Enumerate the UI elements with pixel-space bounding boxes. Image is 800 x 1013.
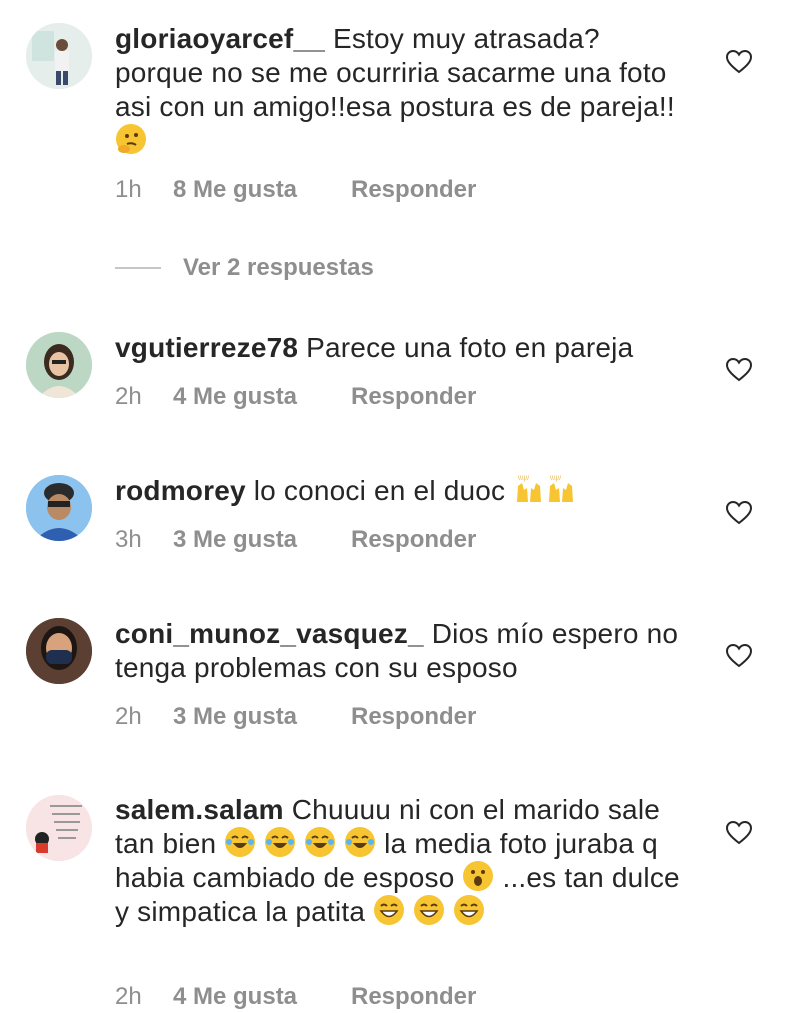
username[interactable]: coni_munoz_vasquez_ [115, 618, 424, 649]
raising-hands-icon: \\\|// [514, 474, 544, 504]
raising-hands-icon: \\\|// [546, 474, 576, 504]
comment-meta: 2h 3 Me gusta Responder [115, 703, 476, 731]
reply-button[interactable]: Responder [351, 176, 476, 204]
username[interactable]: gloriaoyarcef__ [115, 23, 325, 54]
avatar-photo-icon [26, 23, 92, 89]
avatar[interactable] [26, 23, 92, 89]
comment-meta: 2h 4 Me gusta Responder [115, 983, 476, 1011]
timestamp: 2h [115, 703, 142, 730]
svg-text:\\\|//: \\\|// [550, 476, 561, 482]
username[interactable]: rodmorey [115, 475, 246, 506]
timestamp: 1h [115, 176, 142, 203]
comment-text: salem.salam Chuuuu ni con el marido sale… [115, 793, 695, 929]
timestamp: 3h [115, 526, 142, 553]
avatar-photo-icon [26, 618, 92, 684]
grinning-face-icon [414, 895, 445, 925]
likes-count[interactable]: 4 Me gusta [173, 983, 351, 1011]
like-heart-icon[interactable] [726, 501, 752, 525]
likes-count[interactable]: 8 Me gusta [173, 176, 351, 204]
timestamp: 2h [115, 383, 142, 410]
avatar[interactable] [26, 332, 92, 398]
like-heart-icon[interactable] [726, 358, 752, 382]
surprised-face-icon [463, 861, 494, 891]
comment-body: Parece una foto en pareja [306, 332, 634, 363]
comment-text: vgutierreze78 Parece una foto en pareja [115, 331, 695, 365]
like-heart-icon[interactable] [726, 644, 752, 668]
comment-meta: 3h 3 Me gusta Responder [115, 526, 476, 554]
username[interactable]: salem.salam [115, 794, 284, 825]
avatar-photo-icon [26, 475, 92, 541]
tears-of-joy-icon [305, 827, 336, 857]
reply-button[interactable]: Responder [351, 983, 476, 1011]
avatar-photo-icon [26, 332, 92, 398]
tears-of-joy-icon [225, 827, 256, 857]
likes-count[interactable]: 3 Me gusta [173, 526, 351, 554]
like-heart-icon[interactable] [726, 50, 752, 74]
tears-of-joy-icon [265, 827, 296, 857]
tears-of-joy-icon [345, 827, 376, 857]
comment-text: coni_munoz_vasquez_ Dios mío espero no t… [115, 617, 695, 685]
comment-text: rodmorey lo conoci en el duoc \\\|// \\\… [115, 474, 695, 508]
comment-meta: 1h 8 Me gusta Responder [115, 176, 476, 204]
username[interactable]: vgutierreze78 [115, 332, 298, 363]
like-heart-icon[interactable] [726, 821, 752, 845]
avatar[interactable] [26, 795, 92, 861]
thinking-face-icon [116, 124, 146, 154]
avatar-graphic-icon [26, 795, 92, 861]
reply-button[interactable]: Responder [351, 703, 476, 731]
reply-button[interactable]: Responder [351, 383, 476, 411]
reply-button[interactable]: Responder [351, 526, 476, 554]
timestamp: 2h [115, 983, 142, 1010]
svg-text:\\\|//: \\\|// [518, 476, 529, 482]
likes-count[interactable]: 4 Me gusta [173, 383, 351, 411]
comment-meta: 2h 4 Me gusta Responder [115, 383, 476, 411]
grinning-face-icon [374, 895, 405, 925]
replies-divider [115, 267, 161, 269]
comment-text: gloriaoyarcef__ Estoy muy atrasada? porq… [115, 22, 695, 158]
view-replies-label[interactable]: Ver 2 respuestas [183, 254, 374, 282]
comment-body: lo conoci en el duoc [253, 475, 506, 506]
grinning-face-icon [454, 895, 485, 925]
avatar[interactable] [26, 618, 92, 684]
likes-count[interactable]: 3 Me gusta [173, 703, 351, 731]
avatar[interactable] [26, 475, 92, 541]
view-replies-link[interactable]: Ver 2 respuestas [115, 254, 374, 282]
